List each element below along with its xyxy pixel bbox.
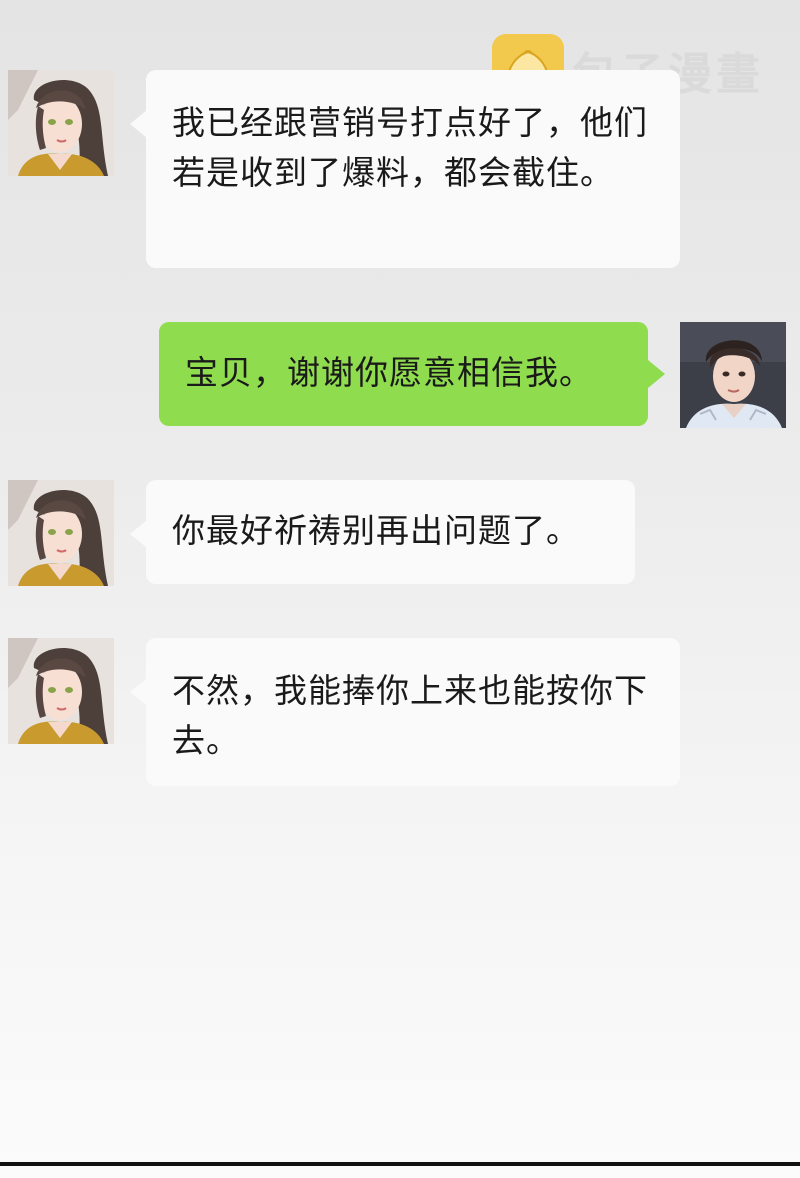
avatar-female[interactable]: [8, 638, 114, 744]
chat-area: 包子漫畫 我已经跟营销号打点好了，他们若是收到了爆料，都会截住。: [0, 0, 800, 1178]
message-text: 你最好祈祷别再出问题了。: [172, 511, 580, 550]
message-bubble: 宝贝，谢谢你愿意相信我。: [159, 322, 665, 426]
message-bubble: 我已经跟营销号打点好了，他们若是收到了爆料，都会截住。: [130, 70, 680, 268]
message-bubble: 你最好祈祷别再出问题了。: [130, 480, 635, 584]
message-bubble: 不然，我能捧你上来也能按你下去。: [130, 638, 680, 786]
message-text: 不然，我能捧你上来也能按你下去。: [172, 671, 648, 760]
message-row: 你最好祈祷别再出问题了。: [0, 460, 800, 610]
message-text: 宝贝，谢谢你愿意相信我。: [185, 353, 593, 392]
message-text: 我已经跟营销号打点好了，他们若是收到了爆料，都会截住。: [172, 103, 648, 192]
avatar-female[interactable]: [8, 70, 114, 176]
message-row: 不然，我能捧你上来也能按你下去。: [0, 620, 800, 800]
avatar-male[interactable]: [680, 322, 786, 428]
message-row: 我已经跟营销号打点好了，他们若是收到了爆料，都会截住。: [0, 0, 800, 280]
avatar-female[interactable]: [8, 480, 114, 586]
message-row: 宝贝，谢谢你愿意相信我。: [0, 300, 800, 450]
bottom-divider: [0, 1162, 800, 1166]
